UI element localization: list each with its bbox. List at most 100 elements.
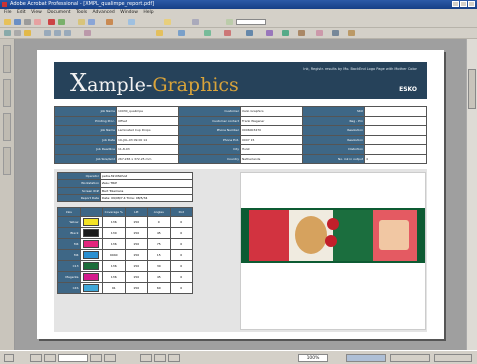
hand-tool-icon[interactable] xyxy=(4,30,11,36)
ink-value: 0 xyxy=(169,216,193,228)
sign-icon[interactable] xyxy=(88,19,95,25)
ink-value: 136 xyxy=(102,260,126,272)
close-button[interactable] xyxy=(468,1,475,7)
info-value: 4 xyxy=(364,153,427,164)
convert-colors-icon[interactable] xyxy=(332,30,339,36)
info-row: Job Name 10030_qualimpe Customer Xalio Grap… xyxy=(54,106,427,117)
ink-value: 60 xyxy=(147,282,171,294)
menu-document[interactable]: Document xyxy=(47,10,70,15)
info-label: Resolution xyxy=(302,125,365,136)
scrollbar-thumb[interactable] xyxy=(468,69,476,109)
signatures-tab[interactable] xyxy=(3,113,11,141)
tomato-image xyxy=(325,235,337,247)
ink-color-swatch xyxy=(82,273,99,281)
taskbar-button[interactable] xyxy=(390,354,430,362)
select-tool-icon[interactable] xyxy=(14,30,21,36)
ink-value: 130 xyxy=(102,227,126,239)
ink-manager-icon[interactable] xyxy=(266,30,273,36)
review-icon[interactable] xyxy=(58,19,65,25)
menu-view[interactable]: View xyxy=(31,10,42,15)
highlight-icon[interactable] xyxy=(156,30,163,36)
output-preview-icon[interactable] xyxy=(204,30,211,36)
ink-value: 9040 xyxy=(102,249,126,261)
fix-hairlines-icon[interactable] xyxy=(298,30,305,36)
ink-color-swatch xyxy=(82,218,99,226)
menu-file[interactable]: File xyxy=(4,10,12,15)
operator-value: Bart Tolemans xyxy=(100,186,193,195)
email-icon[interactable] xyxy=(34,19,41,25)
zoom-level[interactable]: 100% xyxy=(298,354,328,362)
vertical-scrollbar[interactable] xyxy=(466,39,477,350)
crop-marks-icon[interactable] xyxy=(316,30,323,36)
print-icon[interactable] xyxy=(24,19,31,25)
create-pdf-icon[interactable] xyxy=(48,19,55,25)
menu-edit[interactable]: Edit xyxy=(17,10,26,15)
menu-advanced[interactable]: Advanced xyxy=(93,10,115,15)
bookmarks-tab[interactable] xyxy=(3,45,11,73)
ink-row: Yellow 136 150 0 0 xyxy=(57,216,193,228)
next-page-icon[interactable] xyxy=(64,30,71,36)
search-box[interactable] xyxy=(236,19,266,25)
save-icon[interactable] xyxy=(14,19,21,25)
operator-row: Screen ID# Bart Tolemans xyxy=(57,186,193,195)
toolbar-top xyxy=(0,17,477,28)
info-label: No. ink in output xyxy=(302,153,365,164)
page-size-icon[interactable] xyxy=(4,354,14,362)
maximize-button[interactable] xyxy=(460,1,467,7)
open-icon[interactable] xyxy=(4,19,11,25)
tomato-image xyxy=(327,218,339,230)
search-icon[interactable] xyxy=(164,19,171,25)
menu-tools[interactable]: Tools xyxy=(76,10,87,15)
preflight-icon[interactable] xyxy=(178,30,185,36)
comment-icon[interactable] xyxy=(128,19,135,25)
select-icon[interactable] xyxy=(192,19,199,25)
menu-help[interactable]: Help xyxy=(143,10,153,15)
info-label: Reg - Prn xyxy=(302,115,365,126)
info-label: City xyxy=(178,144,241,155)
snapshot-icon[interactable] xyxy=(226,19,233,25)
prev-page-icon[interactable] xyxy=(54,30,61,36)
ink-value: 136 xyxy=(102,238,126,250)
secure-icon[interactable] xyxy=(78,19,85,25)
flatten-icon[interactable] xyxy=(348,30,355,36)
info-value: Netherlands xyxy=(240,153,303,164)
ink-name: M4 xyxy=(57,238,81,250)
trap-icon[interactable] xyxy=(246,30,253,36)
last-page-button[interactable] xyxy=(104,354,116,362)
info-label: Job Name xyxy=(54,125,117,136)
info-value: 0007 15 xyxy=(240,134,303,145)
first-page-button[interactable] xyxy=(30,354,42,362)
transparency-icon[interactable] xyxy=(282,30,289,36)
taskbar-button[interactable] xyxy=(346,354,386,362)
layers-tab[interactable] xyxy=(3,147,11,175)
separation-icon[interactable] xyxy=(224,30,231,36)
ink-row: M4 9040 150 15 0 xyxy=(57,249,193,261)
ink-row: C13 136 150 30 0 xyxy=(57,260,193,272)
info-label: SKU xyxy=(302,106,365,117)
pages-tab[interactable] xyxy=(3,79,11,107)
artwork-preview xyxy=(240,172,426,330)
ink-header-cell: Coverage % xyxy=(102,207,126,217)
info-label: Resolution xyxy=(302,134,365,145)
operator-label: Report Date xyxy=(57,193,101,203)
info-label: Phone Ext. xyxy=(178,134,241,145)
zoom-tool-icon[interactable] xyxy=(24,30,31,36)
rotate-icon[interactable] xyxy=(84,30,91,36)
menu-window[interactable]: Window xyxy=(120,10,138,15)
info-value xyxy=(364,134,427,145)
continuous-button[interactable] xyxy=(154,354,166,362)
operator-row: Report Date Date: 09/08/7.4 Time: 08/5/34 xyxy=(57,193,193,203)
minimize-button[interactable] xyxy=(452,1,459,7)
single-page-button[interactable] xyxy=(140,354,152,362)
ink-name: M4 xyxy=(57,249,81,261)
taskbar-button[interactable] xyxy=(434,354,472,362)
forms-icon[interactable] xyxy=(106,19,113,25)
page-number-field[interactable] xyxy=(58,354,88,362)
facing-button[interactable] xyxy=(168,354,180,362)
first-page-icon[interactable] xyxy=(44,30,51,36)
operator-value: Date: 09/08/7.4 Time: 08/5/34 xyxy=(100,193,193,203)
prev-page-button[interactable] xyxy=(44,354,56,362)
ink-value: 0 xyxy=(169,238,193,250)
ink-swatch-cell xyxy=(79,216,103,228)
next-page-button[interactable] xyxy=(90,354,102,362)
